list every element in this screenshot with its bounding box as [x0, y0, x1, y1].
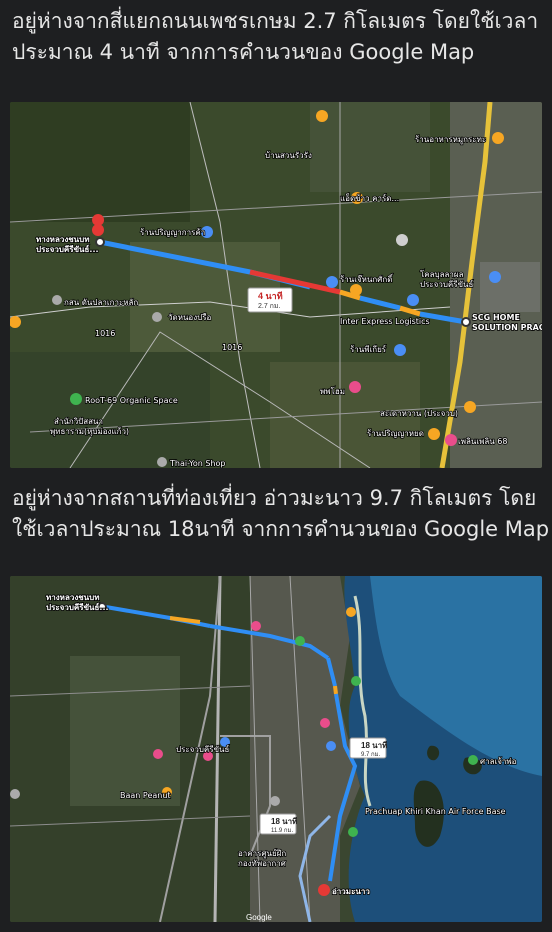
place-label: กองทัพอากาศ	[238, 859, 286, 868]
map-satellite-image-1: 4 นาที 2.7 กม. ทางหลวงชนบท ประจวบคีรีขัน…	[10, 102, 542, 468]
map-route-intersection[interactable]: 4 นาที 2.7 กม. ทางหลวงชนบท ประจวบคีรีขัน…	[10, 102, 542, 468]
origin-label-2: ประจวบคีรีขันธ์...	[36, 244, 99, 254]
place-label: Thai-Yon Shop	[169, 459, 225, 468]
map-satellite-image-2: 18 นาที 9.7 กม. 18 นาที 11.9 กม. ทางหลวง…	[10, 576, 542, 922]
origin-label-2: ประจวบคีรีขันธ์...	[46, 602, 109, 612]
route-time-label-a: 18 นาที	[361, 740, 387, 750]
place-label: Prachuap Khiri Khan Air Force Base	[365, 807, 506, 816]
place-label: สะเดาหวาน (ประจวบ)	[380, 409, 458, 418]
place-label: พพโฮม	[320, 386, 345, 396]
place-label: เพลินเพลิน 68	[458, 437, 507, 446]
place-label: โคลบุลลาผล	[420, 269, 464, 279]
place-label: ร้านพีเกียร์	[350, 344, 387, 354]
route-distance-label-b: 11.9 กม.	[271, 828, 293, 834]
route-time-label: 4 นาที	[258, 291, 283, 301]
road-number-label: 1016	[222, 343, 242, 352]
route-time-label-b: 18 นาที	[271, 816, 297, 826]
place-label: ร้านเจ๊หนกศักดิ์	[340, 273, 394, 284]
place-label: RooT-69 Organic Space	[85, 396, 178, 405]
google-logo: Google	[246, 913, 272, 922]
place-label: ประจวบคีรีขันธ์	[420, 279, 474, 289]
place-label: สำนักวิปัสสนา	[54, 417, 103, 426]
place-label: ร้านปริญญาหยด	[367, 429, 424, 438]
destination-label: SCG HOME	[472, 313, 520, 322]
place-label: บ้านสวนรัวรัง	[265, 151, 312, 160]
place-label: Inter Express Logistics	[340, 317, 430, 326]
destination-label: อ่าวมะนาว	[332, 887, 370, 896]
place-label: อาคารศูนย์ฝึก	[238, 848, 286, 859]
caption-distance-ao-manao: อยู่ห่างจากสถานที่ท่องเที่ยว อ่าวมะนาว 9…	[12, 486, 550, 541]
place-label: ร้านอาหารหมูกระทะ	[415, 135, 486, 145]
destination-label-2: SOLUTION PRAC	[472, 323, 542, 332]
place-label: ศาลเจ้าพ่อ	[480, 757, 517, 766]
caption-distance-intersection: อยู่ห่างจากสี่แยกถนนเพชรเกษม 2.7 กิโลเมต…	[12, 9, 539, 64]
route-distance-label-a: 9.7 กม.	[361, 752, 381, 758]
origin-label: ทางหลวงชนบท	[46, 593, 100, 602]
place-label: กสน ดันปลาเกาะหลัก	[64, 298, 138, 307]
place-label: ร้านปริญญาการค้า	[140, 228, 205, 237]
place-label: วัดหนองปรือ	[168, 313, 212, 322]
origin-label: ทางหลวงชนบท	[36, 235, 90, 244]
road-number-label: 1016	[95, 329, 115, 338]
place-label: ประจวบคีรีขันธ์	[176, 744, 230, 754]
place-label: แอ็ดข้าว คาร์ด...	[340, 193, 399, 203]
place-label: พุทธาราม(หุบม่องแก้ว)	[50, 427, 129, 436]
place-label: Baan Peanut	[120, 791, 171, 800]
route-distance-label: 2.7 กม.	[258, 303, 281, 310]
map-route-ao-manao[interactable]: 18 นาที 9.7 กม. 18 นาที 11.9 กม. ทางหลวง…	[10, 576, 542, 922]
